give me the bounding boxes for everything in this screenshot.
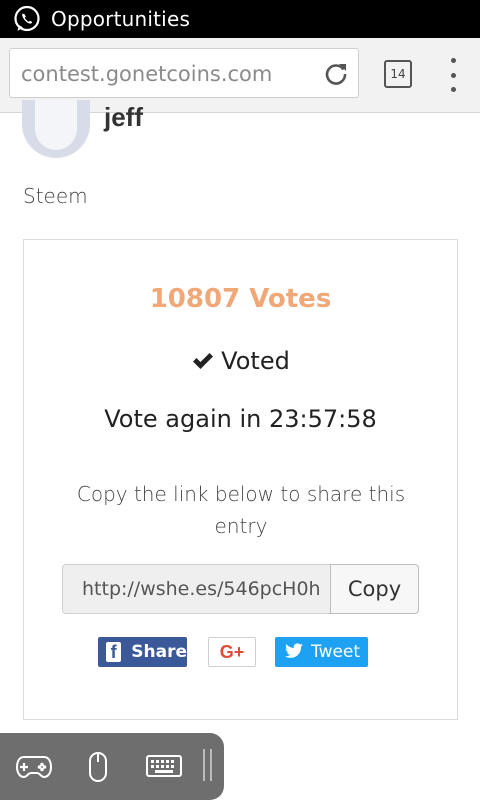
copy-button[interactable]: Copy: [330, 564, 419, 614]
facebook-share-button[interactable]: f Share: [98, 637, 187, 667]
tab-switcher-button[interactable]: 14: [384, 60, 412, 88]
mouse-icon[interactable]: [88, 751, 108, 783]
voted-status: Voted: [24, 347, 457, 375]
twitter-icon: [285, 643, 303, 658]
google-plus-button[interactable]: G+: [208, 637, 256, 667]
floating-input-toolbar: [0, 733, 224, 800]
vote-count: 10807 Votes: [149, 284, 332, 314]
drag-handle[interactable]: [203, 749, 205, 781]
copy-instructions: Copy the link below to share this entry: [76, 482, 406, 538]
overflow-menu-icon[interactable]: [443, 58, 463, 92]
notification-title: Opportunities: [51, 7, 191, 31]
google-plus-label: G+: [219, 641, 245, 662]
keyboard-icon[interactable]: [146, 755, 182, 777]
facebook-share-label: Share: [131, 642, 187, 662]
avatar: [22, 100, 90, 158]
whatsapp-icon: [14, 5, 40, 32]
entry-category: Steem: [23, 184, 88, 208]
facebook-icon: f: [106, 642, 122, 662]
drag-handle[interactable]: [210, 749, 212, 781]
author-name: jeff: [104, 102, 143, 132]
voted-label: Voted: [221, 347, 290, 375]
share-link-group: Copy: [62, 564, 419, 614]
share-link-input[interactable]: [62, 564, 332, 614]
status-bar: Opportunities: [0, 0, 480, 38]
url-input[interactable]: [21, 59, 311, 89]
tweet-button[interactable]: Tweet: [275, 637, 368, 667]
address-bar[interactable]: [9, 48, 359, 98]
reload-icon[interactable]: [322, 60, 350, 88]
tweet-label: Tweet: [311, 642, 361, 662]
vote-again-timer: Vote again in 23:57:58: [104, 405, 377, 433]
gamepad-icon[interactable]: [16, 755, 52, 779]
checkmark-icon: [193, 353, 214, 369]
vote-card: 10807 Votes Voted Vote again in 23:57:58…: [23, 239, 458, 720]
